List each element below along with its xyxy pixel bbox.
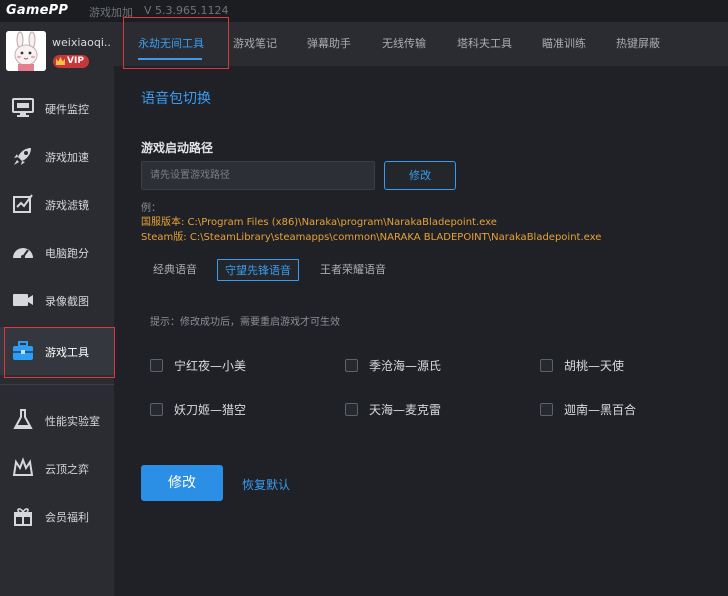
voice-tab-honor-of-kings[interactable]: 王者荣耀语音: [320, 259, 386, 281]
voice-option[interactable]: 季沧海—源氏: [345, 357, 441, 373]
voice-option-label: 迦南—黑百合: [564, 402, 637, 417]
tab-tarkov-tools[interactable]: 塔科夫工具: [457, 35, 512, 51]
restart-hint: 提示：修改成功后，需要重启游戏才可生效: [150, 317, 340, 328]
example-label: 例：: [141, 203, 161, 214]
sidebar-item-label: 会员福利: [45, 511, 89, 524]
tab-aim-training[interactable]: 瞄准训练: [542, 35, 586, 51]
sidebar-item-performance-lab[interactable]: 性能实验室: [0, 396, 114, 444]
crown-icon: [11, 456, 35, 480]
sidebar-item-label: 游戏工具: [45, 346, 89, 359]
example-path-cn: 国服版本: C:\Program Files (x86)\Naraka\prog…: [141, 217, 497, 228]
modify-path-button[interactable]: 修改: [384, 161, 456, 190]
app-logo: GamePP: [6, 3, 69, 18]
toolbox-icon: [11, 339, 35, 363]
checkbox[interactable]: [345, 402, 358, 416]
tab-danmaku-helper[interactable]: 弹幕助手: [307, 35, 351, 51]
sidebar-item-game-tools[interactable]: 游戏工具: [0, 327, 114, 375]
sidebar-item-game-filter[interactable]: 游戏滤镜: [0, 180, 114, 228]
title-bar: GamePP 游戏加加 V 5.3.965.1124: [0, 0, 728, 22]
flask-icon: [11, 408, 35, 432]
sidebar-item-label: 云顶之弈: [45, 463, 89, 476]
checkbox[interactable]: [345, 358, 358, 372]
rocket-icon: [11, 144, 35, 168]
camera-icon: [11, 288, 35, 312]
voice-tab-classic[interactable]: 经典语音: [153, 259, 197, 281]
sidebar-item-hardware-monitor[interactable]: 硬件监控: [0, 84, 114, 132]
tab-game-notes[interactable]: 游戏笔记: [233, 35, 277, 51]
voice-option[interactable]: 迦南—黑百合: [540, 401, 636, 417]
tab-wireless-transfer[interactable]: 无线传输: [382, 35, 426, 51]
checkbox[interactable]: [540, 402, 553, 416]
sidebar-item-label: 硬件监控: [45, 103, 89, 116]
reset-default-link[interactable]: 恢复默认: [242, 476, 290, 493]
sidebar: weixiaoqi... VIP 硬件监控 游戏加速 游戏滤镜 电脑跑分 录像截…: [0, 22, 114, 596]
sidebar-item-label: 游戏加速: [45, 151, 89, 164]
checkbox[interactable]: [540, 358, 553, 372]
checkbox[interactable]: [150, 402, 163, 416]
tab-naraka-tools[interactable]: 永劫无间工具: [138, 35, 204, 51]
vip-badge-label: VIP: [67, 56, 84, 66]
voice-option[interactable]: 宁红夜—小美: [150, 357, 246, 373]
voice-option[interactable]: 胡桃—天使: [540, 357, 624, 373]
sidebar-item-label: 电脑跑分: [45, 247, 89, 260]
username: weixiaoqi...: [52, 36, 112, 49]
game-path-label: 游戏启动路径: [141, 141, 214, 155]
voice-option[interactable]: 天海—麦克雷: [345, 401, 441, 417]
sidebar-item-recording[interactable]: 录像截图: [0, 276, 114, 324]
voice-option-label: 宁红夜—小美: [174, 358, 247, 373]
voice-option-label: 胡桃—天使: [564, 358, 625, 373]
voice-option-label: 天海—麦克雷: [369, 402, 442, 417]
crown-icon: [56, 57, 65, 65]
filter-icon: [11, 192, 35, 216]
speedometer-icon: [11, 240, 35, 264]
voice-option-label: 季沧海—源氏: [369, 358, 442, 373]
sidebar-item-member-benefits[interactable]: 会员福利: [0, 492, 114, 540]
user-profile[interactable]: weixiaoqi... VIP: [0, 22, 114, 84]
monitor-icon: [11, 96, 35, 120]
sidebar-item-game-boost[interactable]: 游戏加速: [0, 132, 114, 180]
sidebar-item-tft[interactable]: 云顶之弈: [0, 444, 114, 492]
sidebar-item-label: 性能实验室: [45, 415, 100, 428]
sidebar-divider: [0, 384, 114, 385]
example-path-steam: Steam版: C:\SteamLibrary\steamapps\common…: [141, 232, 602, 243]
avatar[interactable]: [6, 31, 46, 71]
voice-option[interactable]: 妖刀姬—猎空: [150, 401, 246, 417]
sidebar-item-label: 录像截图: [45, 295, 89, 308]
gift-icon: [11, 504, 35, 528]
sidebar-item-benchmark[interactable]: 电脑跑分: [0, 228, 114, 276]
game-path-input[interactable]: [141, 161, 375, 190]
section-title: 语音包切换: [141, 91, 211, 107]
apply-button[interactable]: 修改: [141, 465, 223, 501]
voice-tab-overwatch[interactable]: 守望先锋语音: [217, 259, 299, 281]
app-subtitle: 游戏加加: [89, 6, 133, 19]
voice-option-label: 妖刀姬—猎空: [174, 402, 247, 417]
app-version: V 5.3.965.1124: [144, 4, 229, 17]
active-tab-indicator: [138, 58, 202, 60]
checkbox[interactable]: [150, 358, 163, 372]
vip-badge: VIP: [53, 55, 89, 68]
sidebar-item-label: 游戏滤镜: [45, 199, 89, 212]
tab-hotkey-block[interactable]: 热键屏蔽: [616, 35, 660, 51]
